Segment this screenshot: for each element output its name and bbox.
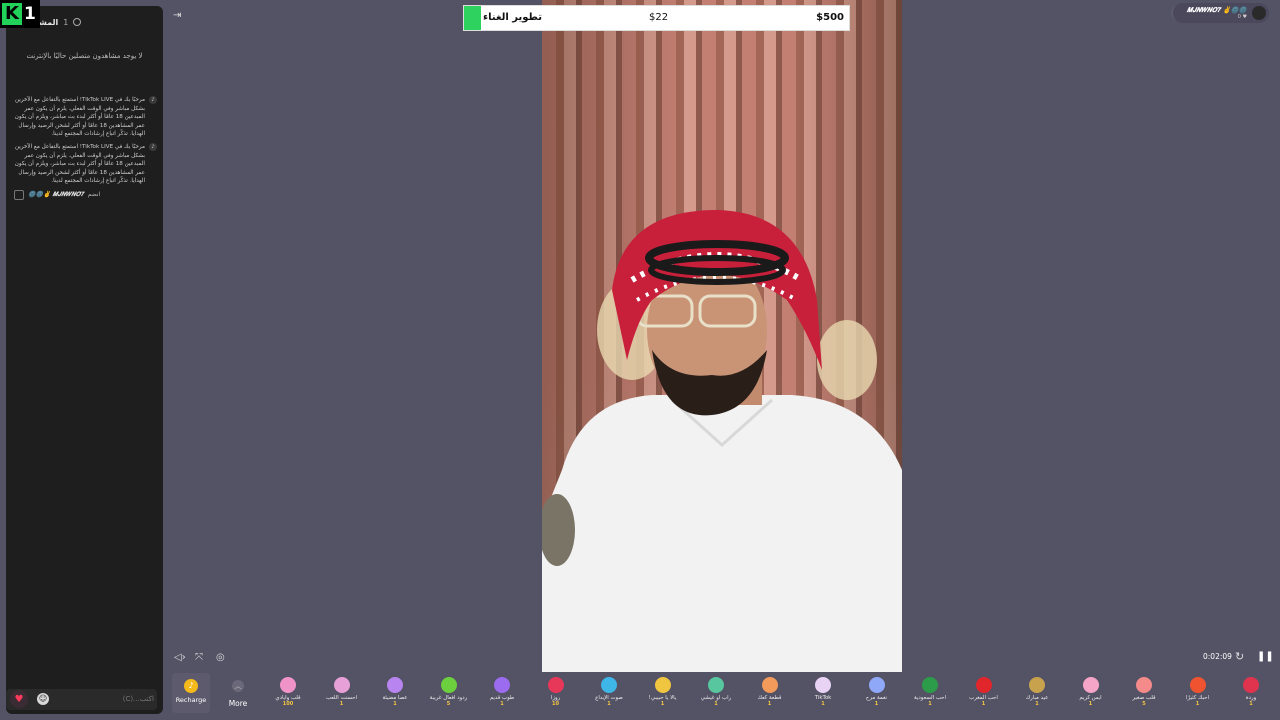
live-video[interactable] bbox=[542, 0, 902, 672]
gift-item[interactable]: أحسنت اللعب 1 bbox=[315, 675, 369, 717]
goal-target: $500 bbox=[816, 12, 844, 23]
gift-price: 1 bbox=[393, 701, 397, 707]
streamer-video-frame bbox=[542, 210, 902, 672]
chat-message-text: مرحبًا بك في TikTok LIVE! استمتع بالتفاع… bbox=[14, 143, 145, 185]
gift-price: 5 bbox=[1142, 701, 1146, 707]
refresh-icon[interactable]: ↻ bbox=[1235, 650, 1244, 663]
chat-message-text: مرحبًا بك في TikTok LIVE! استمتع بالتفاع… bbox=[14, 97, 145, 138]
host-avatar bbox=[1252, 6, 1266, 20]
fullscreen-icon[interactable]: ⤧ bbox=[195, 652, 203, 663]
gift-price: 1 bbox=[1088, 701, 1093, 707]
join-action: انضم bbox=[87, 190, 101, 198]
gift-icon bbox=[868, 677, 885, 693]
gift-item[interactable]: عيد مبارك 1 bbox=[1010, 675, 1064, 717]
goal-progress-bar: تطوير الغناء $22 $500 bbox=[463, 5, 850, 31]
gift-icon bbox=[815, 677, 831, 693]
gift-icon bbox=[761, 677, 778, 693]
goal-progress-fill bbox=[464, 6, 481, 30]
gift-item[interactable]: روزا 10 bbox=[529, 675, 583, 717]
gift-icon bbox=[1136, 677, 1152, 693]
gift-icon bbox=[440, 677, 457, 693]
gift-item[interactable]: يالا يا حبيبي! 1 bbox=[636, 675, 690, 717]
gift-icon bbox=[1189, 677, 1206, 693]
gift-price: 5 bbox=[446, 701, 451, 707]
gift-icon bbox=[387, 677, 403, 693]
heart-icon[interactable]: ♥ bbox=[10, 690, 28, 708]
gift-price: 100 bbox=[282, 701, 294, 707]
viewers-chat-panel: المشاهدون 1 لا يوجد مشاهدون متصلين حاليً… bbox=[6, 6, 163, 714]
emoji-icon[interactable]: ☺ bbox=[37, 693, 49, 705]
volume-icon[interactable]: ◁› bbox=[174, 652, 186, 663]
gift-price: 1 bbox=[1249, 701, 1253, 707]
gift-item[interactable]: TikTok 1 bbox=[796, 675, 850, 717]
gift-price: 1 bbox=[1195, 701, 1200, 707]
gift-icon bbox=[333, 677, 350, 693]
chat-message: ♪ مرحبًا بك في TikTok LIVE! استمتع بالتف… bbox=[14, 142, 157, 186]
eye-icon bbox=[73, 18, 82, 26]
join-message: 𝑴𝑱𝑵𝑾𝑵𝑶𝟕 ✌️🌚🌚 انضم bbox=[14, 189, 157, 200]
gift-price: 1 bbox=[767, 701, 772, 707]
gift-item[interactable]: ردود أفعال غريبة 5 bbox=[422, 675, 476, 717]
gift-item[interactable]: أحبك كثيرًا 1 bbox=[1171, 675, 1225, 717]
gift-item[interactable]: وردة 1 bbox=[1224, 675, 1278, 717]
gift-icon bbox=[1029, 677, 1045, 693]
logo-number: 1 bbox=[24, 4, 36, 24]
gift-icon bbox=[1243, 677, 1259, 693]
gift-price: 1 bbox=[821, 701, 825, 707]
gift-icon bbox=[1082, 677, 1099, 693]
settings-icon[interactable]: ◎ bbox=[216, 652, 225, 663]
gift-price: 1 bbox=[660, 701, 665, 707]
gift-icon bbox=[601, 677, 617, 693]
gift-item[interactable]: أحب المغرب 1 bbox=[957, 675, 1011, 717]
logo-k-icon: K bbox=[2, 3, 22, 25]
host-badge[interactable]: 𝑴𝑱𝑵𝑾𝑵𝑶𝟕 ✌️🌚🌚 0 ♥ bbox=[1173, 3, 1269, 23]
viewers-count: 1 bbox=[63, 17, 69, 27]
gift-price: 10 bbox=[552, 701, 559, 707]
gift-item[interactable]: نغمة مرح 1 bbox=[850, 675, 904, 717]
gift-price: 1 bbox=[500, 701, 504, 707]
host-likes: 0 ♥ bbox=[1237, 14, 1247, 20]
gift-item[interactable]: صوت الإبداع 1 bbox=[582, 675, 636, 717]
gift-icon bbox=[975, 677, 992, 693]
gift-item[interactable]: قطعة كعك 1 bbox=[743, 675, 797, 717]
app-logo: K 1 bbox=[0, 0, 40, 28]
pause-icon[interactable]: ❚❚ bbox=[1257, 651, 1274, 662]
gift-price: 1 bbox=[339, 701, 344, 707]
gift-price: 1 bbox=[874, 701, 879, 707]
gift-icon bbox=[494, 677, 510, 693]
gift-price: 1 bbox=[981, 701, 986, 707]
gift-icon bbox=[708, 677, 724, 693]
gift-item[interactable]: أحب السعودية 1 bbox=[903, 675, 957, 717]
chat-message: ♪ مرحبًا بك في TikTok LIVE! استمتع بالتف… bbox=[14, 96, 157, 139]
gift-price: 1 bbox=[1035, 701, 1039, 707]
gift-price: 1 bbox=[607, 701, 611, 707]
gift-icon bbox=[547, 677, 564, 693]
no-viewers-text: لا يوجد مشاهدون متصلين حاليًا بالإنترنت bbox=[26, 52, 143, 60]
tiktok-icon: ♪ bbox=[149, 142, 157, 151]
gift-item[interactable]: قلب وأيادي 100 bbox=[261, 675, 315, 717]
tiktok-icon: ♪ bbox=[149, 96, 157, 104]
gift-icon bbox=[280, 677, 296, 693]
gift-price: 1 bbox=[928, 701, 932, 707]
gift-icon bbox=[922, 677, 938, 693]
gift-item[interactable]: آيس كريم 1 bbox=[1064, 675, 1118, 717]
join-user[interactable]: 𝑴𝑱𝑵𝑾𝑵𝑶𝟕 ✌️🌚🌚 bbox=[28, 191, 84, 200]
chat-input-placeholder: اكتب...(C) bbox=[122, 695, 154, 703]
chat-list: ♪ مرحبًا بك في TikTok LIVE! استمتع بالتف… bbox=[14, 96, 157, 200]
gift-item[interactable]: راب أو غيشي 1 bbox=[689, 675, 743, 717]
join-icon bbox=[14, 189, 24, 200]
gift-item[interactable]: عصا مضيئة 1 bbox=[368, 675, 422, 717]
goal-label: تطوير الغناء bbox=[483, 12, 542, 23]
goal-current: $22 bbox=[649, 12, 669, 23]
gift-item[interactable]: قلب صغير 5 bbox=[1117, 675, 1171, 717]
gift-item[interactable]: طوب قديم 1 bbox=[475, 675, 529, 717]
gift-price: 1 bbox=[714, 701, 718, 707]
collapse-panel-icon[interactable]: ⇥ bbox=[173, 10, 181, 21]
stream-timer: 0:02:09 bbox=[1203, 652, 1232, 661]
gift-icon bbox=[654, 677, 671, 693]
gift-list: قلب وأيادي 100 أحسنت اللعب 1 عصا مضيئة 1 ردود … bbox=[163, 672, 1280, 720]
